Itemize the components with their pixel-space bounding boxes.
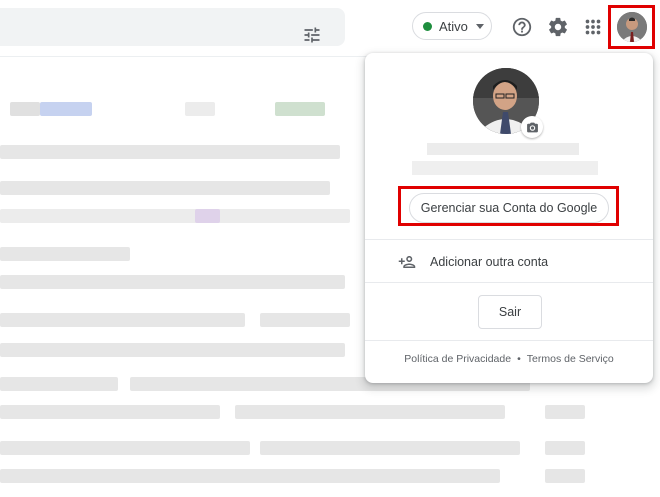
person-add-icon [398, 256, 416, 268]
add-account-item[interactable]: Adicionar outra conta [365, 242, 653, 282]
divider [365, 282, 653, 283]
add-account-label: Adicionar outra conta [430, 255, 549, 269]
divider [365, 340, 653, 341]
privacy-link[interactable]: Política de Privacidade [404, 353, 511, 365]
footer-separator: • [517, 353, 521, 365]
top-bar: Ativo [0, 0, 660, 56]
account-panel: Gerenciar sua Conta do Google Adicionar … [365, 53, 653, 383]
tune-icon[interactable] [302, 25, 322, 45]
status-dot [423, 21, 432, 31]
camera-icon[interactable] [521, 116, 543, 138]
account-email-redacted [412, 161, 598, 175]
signout-button[interactable]: Sair [478, 295, 542, 329]
status-label: Ativo [439, 18, 468, 34]
help-icon[interactable] [511, 16, 533, 38]
account-name-redacted [427, 143, 579, 155]
settings-gear-icon[interactable] [547, 16, 569, 38]
apps-grid-icon[interactable] [582, 16, 604, 38]
chevron-down-icon [475, 23, 484, 29]
highlight-box-avatar [608, 5, 655, 49]
status-dropdown[interactable]: Ativo [412, 12, 492, 40]
divider [365, 239, 653, 240]
search-bar[interactable] [0, 8, 345, 46]
terms-link[interactable]: Termos de Serviço [527, 353, 614, 365]
panel-footer: Política de Privacidade • Termos de Serviç… [365, 353, 653, 365]
highlight-box-manage [398, 186, 619, 226]
